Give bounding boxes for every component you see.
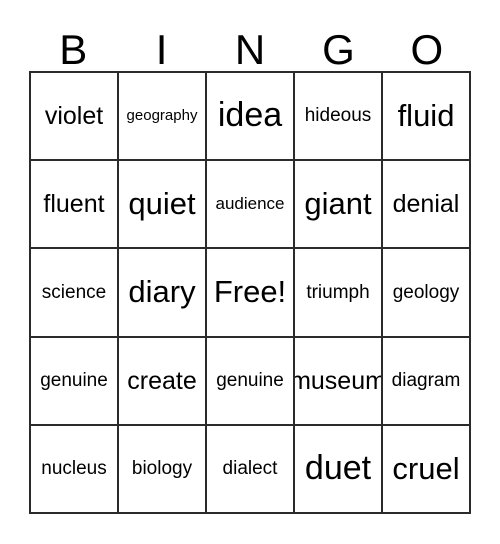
bingo-cell[interactable]: fluid — [383, 73, 471, 162]
bingo-cell[interactable]: hideous — [295, 73, 383, 162]
bingo-cell[interactable]: quiet — [119, 161, 207, 250]
bingo-cell-label: duet — [304, 449, 372, 488]
bingo-cell[interactable]: biology — [119, 425, 207, 514]
bingo-card: B I N G O violet geography idea hideous … — [0, 0, 500, 544]
bingo-cell-label: science — [41, 281, 107, 303]
bingo-cell-label: cruel — [392, 450, 460, 486]
bingo-cell[interactable]: violet — [31, 73, 119, 162]
bingo-cell[interactable]: geography — [119, 73, 207, 162]
bingo-cell-label: create — [127, 366, 197, 395]
header-letter-i: I — [155, 26, 168, 73]
bingo-cell-label: hideous — [304, 105, 372, 127]
bingo-cell[interactable]: science — [31, 249, 119, 338]
bingo-cell-label: fluid — [397, 97, 455, 133]
bingo-cell[interactable]: cruel — [383, 425, 471, 514]
bingo-cell[interactable]: geology — [383, 249, 471, 338]
header-letter-g: G — [322, 26, 355, 73]
header-letter-o: O — [410, 26, 444, 73]
bingo-cell-label: fluent — [43, 190, 105, 219]
bingo-cell[interactable]: idea — [207, 73, 295, 162]
bingo-cell-label: genuine — [216, 369, 284, 391]
bingo-cell[interactable]: duet — [295, 425, 383, 514]
bingo-cell[interactable]: triumph — [295, 249, 383, 338]
bingo-cell-free-space[interactable]: Free! — [207, 249, 295, 338]
bingo-cell-label: audience — [215, 194, 285, 214]
bingo-cell-label: museum — [295, 366, 383, 395]
header-letter-b: B — [59, 26, 88, 73]
bingo-header-row: B I N G O — [29, 16, 471, 71]
bingo-cell[interactable]: giant — [295, 161, 383, 250]
bingo-cell-label: geology — [392, 281, 460, 303]
bingo-cell-label: diagram — [391, 369, 461, 391]
bingo-cell[interactable]: audience — [207, 161, 295, 250]
bingo-cell-label: idea — [217, 96, 283, 135]
bingo-cell-label: dialect — [222, 457, 278, 479]
bingo-cell-label: biology — [131, 457, 193, 479]
bingo-cell[interactable]: genuine — [207, 337, 295, 426]
header-letter-n: N — [234, 26, 266, 73]
bingo-cell[interactable]: nucleus — [31, 425, 119, 514]
bingo-grid: violet geography idea hideous fluid flue… — [29, 71, 471, 514]
bingo-cell[interactable]: dialect — [207, 425, 295, 514]
bingo-free-space-label: Free! — [213, 274, 287, 310]
bingo-cell[interactable]: diagram — [383, 337, 471, 426]
bingo-cell[interactable]: denial — [383, 161, 471, 250]
bingo-cell[interactable]: create — [119, 337, 207, 426]
bingo-cell[interactable]: fluent — [31, 161, 119, 250]
bingo-cell-label: denial — [392, 190, 460, 219]
bingo-cell[interactable]: genuine — [31, 337, 119, 426]
bingo-cell[interactable]: museum — [295, 337, 383, 426]
bingo-cell-label: violet — [44, 101, 104, 130]
bingo-cell[interactable]: diary — [119, 249, 207, 338]
bingo-cell-label: triumph — [306, 281, 370, 303]
bingo-cell-label: giant — [304, 186, 372, 222]
bingo-cell-label: nucleus — [41, 457, 107, 479]
bingo-cell-label: diary — [128, 274, 196, 310]
bingo-cell-label: genuine — [40, 369, 108, 391]
bingo-cell-label: geography — [126, 107, 198, 125]
bingo-cell-label: quiet — [128, 186, 196, 222]
